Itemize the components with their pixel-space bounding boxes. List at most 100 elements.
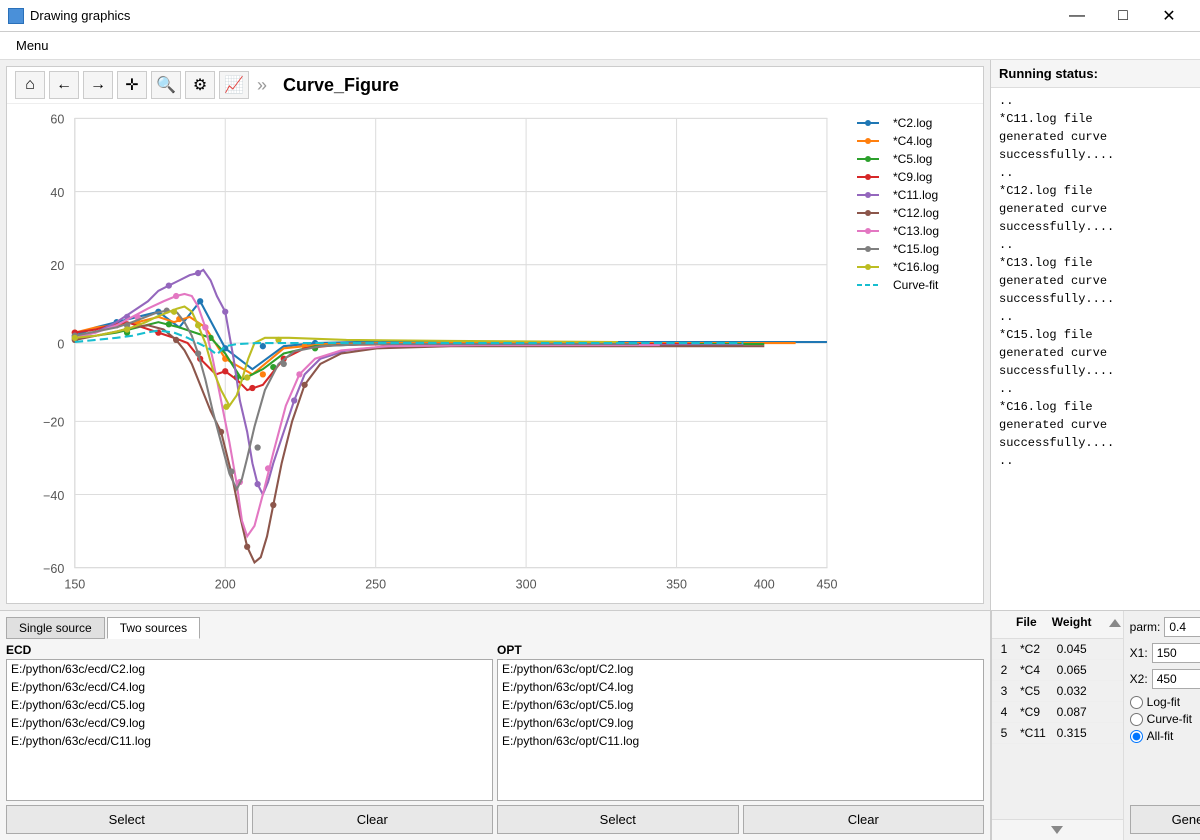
fw-row-3: 4 *C9 0.087 [992,702,1123,723]
ecd-file-1[interactable]: E:/python/63c/ecd/C4.log [7,678,492,696]
log-fit-radio[interactable] [1130,696,1143,709]
chart-svg: 60 40 20 0 −20 −40 −60 150 200 250 300 3… [11,108,849,599]
tab-bar: Single source Two sources [6,617,984,639]
zoom-button[interactable]: 🔍 [151,71,181,99]
close-button[interactable]: ✕ [1146,0,1192,32]
svg-text:250: 250 [365,578,386,592]
fw-row-4: 5 *C11 0.315 [992,723,1123,744]
generate-button[interactable]: Generate [1130,805,1200,834]
opt-file-4[interactable]: E:/python/63c/opt/C11.log [498,732,983,750]
curve-fit-radio[interactable] [1130,713,1143,726]
svg-text:400: 400 [754,578,775,592]
x1-input[interactable] [1152,643,1200,663]
right-section: Running status: .. *C11.log file generat… [990,60,1200,840]
all-fit-label: All-fit [1147,729,1174,743]
fw-weight-2: 0.032 [1053,681,1123,701]
chart-plot-area[interactable]: 60 40 20 0 −20 −40 −60 150 200 250 300 3… [11,108,849,599]
svg-text:−40: −40 [43,489,64,503]
opt-group: OPT E:/python/63c/opt/C2.log E:/python/6… [497,643,984,834]
window-controls: — □ ✕ [1054,0,1192,32]
x2-row: X2: [1130,669,1200,689]
fw-body[interactable]: 1 *C2 0.045 2 *C4 0.065 3 *C5 0.032 [992,639,1123,819]
ecd-group: ECD E:/python/63c/ecd/C2.log E:/python/6… [6,643,493,834]
pan-button[interactable]: ✛ [117,71,147,99]
bottom-panel: Single source Two sources ECD E:/python/… [0,610,990,840]
legend-label-c2: *C2.log [893,116,932,130]
ecd-file-2[interactable]: E:/python/63c/ecd/C5.log [7,696,492,714]
legend-label-c12: *C12.log [893,206,939,220]
fw-row-2: 3 *C5 0.032 [992,681,1123,702]
maximize-button[interactable]: □ [1100,0,1146,32]
file-weight-table: File Weight 1 *C2 0.045 2 [992,611,1124,840]
opt-select-button[interactable]: Select [497,805,739,834]
fw-num-4: 5 [992,723,1016,743]
menu-bar: Menu [0,32,1200,60]
legend-label-c15: *C15.log [893,242,939,256]
ecd-file-4[interactable]: E:/python/63c/ecd/C11.log [7,732,492,750]
fw-file-2: *C5 [1016,681,1053,701]
opt-file-0[interactable]: E:/python/63c/opt/C2.log [498,660,983,678]
fw-file-4: *C11 [1016,723,1053,743]
bottom-right-panel: File Weight 1 *C2 0.045 2 [991,610,1200,840]
tab-single-source[interactable]: Single source [6,617,105,639]
parm-label: parm: [1130,620,1161,634]
curve-fit-option[interactable]: Curve-fit [1130,712,1200,726]
menu-item-menu[interactable]: Menu [8,36,57,55]
legend-item-c9: *C9.log [857,170,971,184]
x2-input[interactable] [1152,669,1200,689]
save-button[interactable]: 📈 [219,71,249,99]
home-button[interactable]: ⌂ [15,71,45,99]
forward-button[interactable]: → [83,71,113,99]
fw-file-0: *C2 [1016,639,1053,659]
ecd-select-button[interactable]: Select [6,805,248,834]
parm-input[interactable] [1164,617,1200,637]
chart-toolbar: ⌂ ← → ✛ 🔍 ⚙ 📈 » Curve_Figure [7,67,983,104]
svg-text:0: 0 [57,337,64,351]
fw-weight-4: 0.315 [1053,723,1123,743]
chart-body: 60 40 20 0 −20 −40 −60 150 200 250 300 3… [7,104,983,603]
minimize-button[interactable]: — [1054,0,1100,32]
svg-text:40: 40 [50,186,64,200]
app-icon [8,8,24,24]
opt-file-list[interactable]: E:/python/63c/opt/C2.log E:/python/63c/o… [497,659,984,801]
params-section: parm: X1: X2: Log-fit [1124,611,1200,840]
fit-options: Log-fit Curve-fit All-fit [1130,695,1200,743]
all-fit-radio[interactable] [1130,730,1143,743]
chart-container: ⌂ ← → ✛ 🔍 ⚙ 📈 » Curve_Figure [6,66,984,604]
opt-buttons: Select Clear [497,805,984,834]
log-fit-option[interactable]: Log-fit [1130,695,1200,709]
settings-button[interactable]: ⚙ [185,71,215,99]
legend-item-c11: *C11.log [857,188,971,202]
svg-text:20: 20 [50,259,64,273]
opt-file-3[interactable]: E:/python/63c/opt/C9.log [498,714,983,732]
ecd-clear-button[interactable]: Clear [252,805,494,834]
legend-item-curvefit: Curve-fit [857,278,971,292]
legend-item-c13: *C13.log [857,224,971,238]
svg-text:300: 300 [516,578,537,592]
tab-two-sources[interactable]: Two sources [107,617,200,639]
opt-clear-button[interactable]: Clear [743,805,985,834]
fw-weight-3: 0.087 [1053,702,1123,722]
chart-legend: *C2.log *C4.log *C5.log *C9.log [849,108,979,599]
all-fit-option[interactable]: All-fit [1130,729,1200,743]
legend-item-c16: *C16.log [857,260,971,274]
source-section: Single source Two sources ECD E:/python/… [0,611,990,840]
x2-label: X2: [1130,672,1148,686]
svg-text:−20: −20 [43,416,64,430]
fw-scroll-down-icon[interactable] [1049,822,1065,838]
ecd-file-0[interactable]: E:/python/63c/ecd/C2.log [7,660,492,678]
legend-item-c12: *C12.log [857,206,971,220]
source-panels: ECD E:/python/63c/ecd/C2.log E:/python/6… [6,643,984,834]
status-panel: Running status: .. *C11.log file generat… [991,60,1200,610]
legend-label-c4: *C4.log [893,134,932,148]
chart-title: Curve_Figure [283,75,399,96]
fw-file-1: *C4 [1016,660,1053,680]
ecd-file-3[interactable]: E:/python/63c/ecd/C9.log [7,714,492,732]
fw-header: File Weight [992,611,1123,639]
fw-header-scroll [1107,615,1123,634]
opt-file-2[interactable]: E:/python/63c/opt/C5.log [498,696,983,714]
svg-text:200: 200 [215,578,236,592]
ecd-file-list[interactable]: E:/python/63c/ecd/C2.log E:/python/63c/e… [6,659,493,801]
opt-file-1[interactable]: E:/python/63c/opt/C4.log [498,678,983,696]
back-button[interactable]: ← [49,71,79,99]
